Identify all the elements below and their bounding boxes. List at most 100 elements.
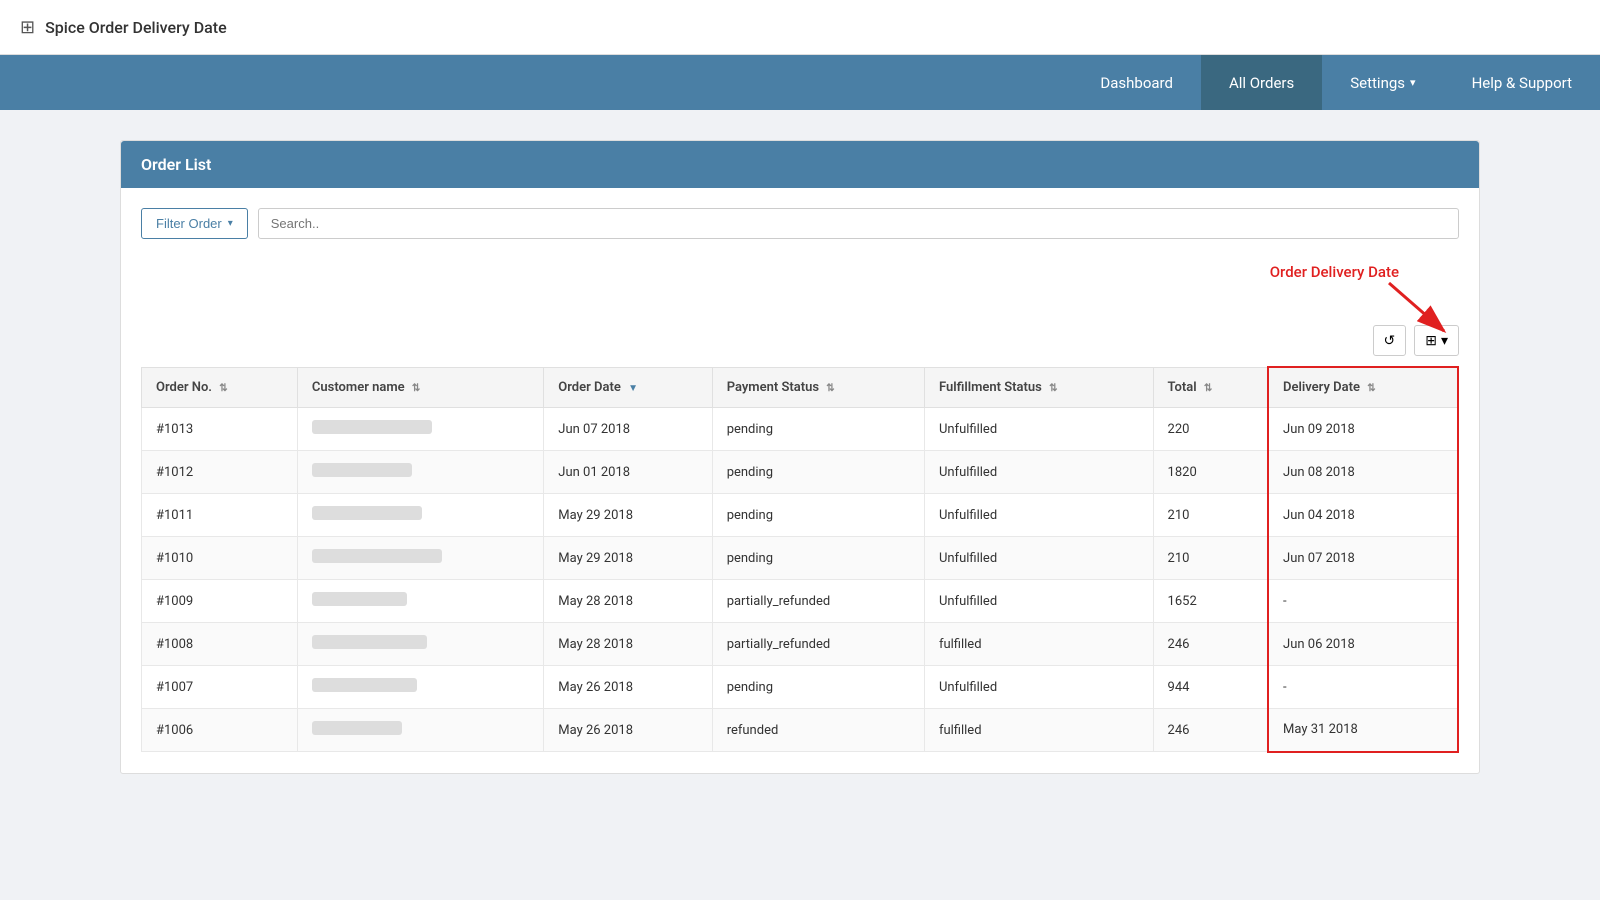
cell-payment-status: partially_refunded: [712, 580, 924, 623]
filter-chevron-icon: ▾: [228, 218, 233, 229]
sort-icon-customer-name: ⇅: [412, 383, 420, 394]
col-header-payment-status[interactable]: Payment Status ⇅: [712, 367, 924, 408]
cell-customer-name: [297, 666, 543, 709]
col-header-fulfillment-status[interactable]: Fulfillment Status ⇅: [924, 367, 1153, 408]
cell-delivery-date: Jun 06 2018: [1268, 623, 1458, 666]
cell-fulfillment-status: Unfulfilled: [924, 494, 1153, 537]
sort-icon-fulfillment-status: ⇅: [1049, 383, 1057, 394]
table-row: #1006 May 26 2018refundedfulfilled246May …: [142, 709, 1459, 752]
cell-delivery-date: Jun 07 2018: [1268, 537, 1458, 580]
cell-order-date: May 29 2018: [544, 537, 712, 580]
table-row: #1013 Jun 07 2018pendingUnfulfilled220Jun…: [142, 408, 1459, 451]
table-row: #1011 May 29 2018pendingUnfulfilled210Jun…: [142, 494, 1459, 537]
cell-payment-status: pending: [712, 408, 924, 451]
cell-fulfillment-status: fulfilled: [924, 623, 1153, 666]
cell-fulfillment-status: Unfulfilled: [924, 666, 1153, 709]
filter-row: Filter Order ▾: [141, 208, 1459, 239]
cell-customer-name: [297, 623, 543, 666]
annotation-arrow-icon: [1379, 273, 1459, 343]
table-toolbar: ↺ ⊞ ▾: [141, 325, 1459, 356]
cell-order-date: May 29 2018: [544, 494, 712, 537]
nav-help-support[interactable]: Help & Support: [1444, 55, 1600, 110]
cell-total: 1652: [1153, 580, 1268, 623]
order-list-header: Order List: [121, 141, 1479, 188]
table-row: #1012 Jun 01 2018pendingUnfulfilled1820Ju…: [142, 451, 1459, 494]
cell-delivery-date: Jun 04 2018: [1268, 494, 1458, 537]
cell-customer-name: [297, 709, 543, 752]
cell-total: 944: [1153, 666, 1268, 709]
app-title-bar: ⊞ Spice Order Delivery Date: [0, 0, 1600, 55]
filter-order-button[interactable]: Filter Order ▾: [141, 208, 248, 239]
cell-order-no: #1013: [142, 408, 298, 451]
cell-customer-name: [297, 451, 543, 494]
cell-total: 210: [1153, 537, 1268, 580]
cell-order-date: Jun 01 2018: [544, 451, 712, 494]
cell-total: 210: [1153, 494, 1268, 537]
cell-order-date: Jun 07 2018: [544, 408, 712, 451]
cell-fulfillment-status: Unfulfilled: [924, 451, 1153, 494]
cell-customer-name: [297, 408, 543, 451]
order-list-card: Order List Filter Order ▾ Order Delivery…: [120, 140, 1480, 774]
search-input[interactable]: [258, 208, 1459, 239]
nav-all-orders[interactable]: All Orders: [1201, 55, 1322, 110]
app-title: Spice Order Delivery Date: [45, 18, 227, 37]
cell-customer-name: [297, 580, 543, 623]
settings-chevron-icon: ▾: [1410, 76, 1416, 89]
cell-payment-status: pending: [712, 666, 924, 709]
cell-delivery-date: Jun 09 2018: [1268, 408, 1458, 451]
cell-total: 246: [1153, 709, 1268, 752]
cell-payment-status: refunded: [712, 709, 924, 752]
cell-order-no: #1010: [142, 537, 298, 580]
cell-order-date: May 26 2018: [544, 666, 712, 709]
order-list-title: Order List: [141, 155, 211, 174]
cell-order-no: #1009: [142, 580, 298, 623]
col-header-order-no[interactable]: Order No. ⇅: [142, 367, 298, 408]
annotation-area: Order Delivery Date: [141, 255, 1459, 325]
cell-payment-status: pending: [712, 537, 924, 580]
table-row: #1009 May 28 2018partially_refundedUnfulf…: [142, 580, 1459, 623]
cell-fulfillment-status: Unfulfilled: [924, 537, 1153, 580]
cell-order-date: May 28 2018: [544, 623, 712, 666]
sort-icon-total: ⇅: [1204, 383, 1212, 394]
cell-order-no: #1008: [142, 623, 298, 666]
cell-order-date: May 28 2018: [544, 580, 712, 623]
cell-total: 220: [1153, 408, 1268, 451]
cell-payment-status: partially_refunded: [712, 623, 924, 666]
app-icon: ⊞: [20, 17, 35, 38]
col-header-delivery-date[interactable]: Delivery Date ⇅: [1268, 367, 1458, 408]
cell-order-no: #1011: [142, 494, 298, 537]
cell-customer-name: [297, 494, 543, 537]
cell-payment-status: pending: [712, 494, 924, 537]
orders-table: Order No. ⇅ Customer name ⇅ Order Date ▼: [141, 366, 1459, 753]
col-header-customer-name[interactable]: Customer name ⇅: [297, 367, 543, 408]
cell-delivery-date: -: [1268, 666, 1458, 709]
cell-order-no: #1012: [142, 451, 298, 494]
sort-icon-payment-status: ⇅: [826, 383, 834, 394]
cell-delivery-date: -: [1268, 580, 1458, 623]
table-row: #1010 May 29 2018pendingUnfulfilled210Jun…: [142, 537, 1459, 580]
cell-delivery-date: Jun 08 2018: [1268, 451, 1458, 494]
cell-fulfillment-status: Unfulfilled: [924, 580, 1153, 623]
cell-fulfillment-status: Unfulfilled: [924, 408, 1153, 451]
cell-total: 246: [1153, 623, 1268, 666]
table-row: #1008 May 28 2018partially_refundedfulfil…: [142, 623, 1459, 666]
sort-icon-delivery-date: ⇅: [1367, 383, 1375, 394]
cell-payment-status: pending: [712, 451, 924, 494]
col-header-order-date[interactable]: Order Date ▼: [544, 367, 712, 408]
table-row: #1007 May 26 2018pendingUnfulfilled944-: [142, 666, 1459, 709]
cell-customer-name: [297, 537, 543, 580]
nav-bar: Dashboard All Orders Settings ▾ Help & S…: [0, 55, 1600, 110]
nav-dashboard[interactable]: Dashboard: [1072, 55, 1201, 110]
cell-fulfillment-status: fulfilled: [924, 709, 1153, 752]
main-content: Order List Filter Order ▾ Order Delivery…: [0, 110, 1600, 804]
col-header-total[interactable]: Total ⇅: [1153, 367, 1268, 408]
nav-settings[interactable]: Settings ▾: [1322, 55, 1443, 110]
cell-order-date: May 26 2018: [544, 709, 712, 752]
cell-order-no: #1007: [142, 666, 298, 709]
sort-icon-order-date: ▼: [628, 383, 638, 394]
cell-delivery-date: May 31 2018: [1268, 709, 1458, 752]
cell-order-no: #1006: [142, 709, 298, 752]
order-list-body: Filter Order ▾ Order Delivery Date: [121, 188, 1479, 773]
cell-total: 1820: [1153, 451, 1268, 494]
sort-icon-order-no: ⇅: [219, 383, 227, 394]
